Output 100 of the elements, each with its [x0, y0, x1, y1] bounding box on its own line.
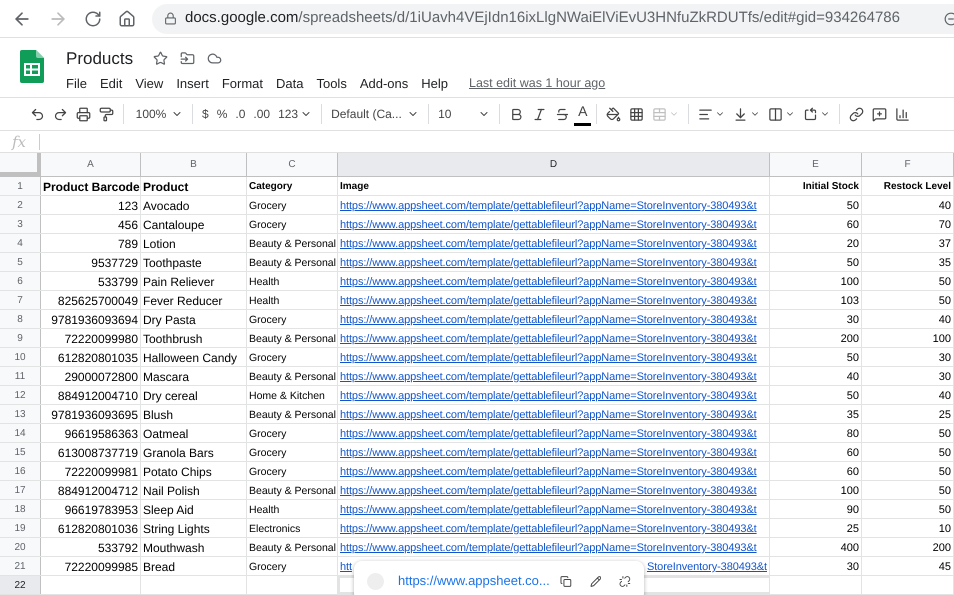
table-cell-text: Beauty & Personal — [248, 332, 337, 346]
row-header[interactable]: 7 — [0, 291, 41, 309]
menu-item[interactable]: Add-ons — [360, 74, 408, 93]
menu-item[interactable]: Data — [276, 74, 304, 93]
row-header[interactable]: 1 — [0, 177, 41, 195]
image-link[interactable]: https://www.appsheet.com/template/gettablefileurl?appName=StoreInventory-380493&t — [338, 351, 759, 365]
image-link[interactable]: https://www.appsheet.com/template/gettablefileurl?appName=StoreInventory-380493&t — [338, 484, 759, 498]
image-link[interactable]: https://www.appsheet.com/template/gettablefileurl?appName=StoreInventory-380493&t — [338, 218, 759, 232]
table-cell-text: 60 — [846, 218, 860, 232]
column-title: Product Barcode — [42, 180, 140, 194]
font-size-dropdown[interactable]: 10 — [434, 102, 494, 126]
image-link[interactable]: https://www.appsheet.com/template/gettablefileurl?appName=StoreInventory-380493&t — [338, 389, 759, 403]
zoom-icon[interactable] — [944, 12, 954, 26]
table-cell-text: 60 — [846, 465, 860, 479]
table-cell-text: 50 — [846, 199, 860, 213]
row-header[interactable]: 14 — [0, 424, 41, 442]
image-link[interactable]: https://www.appsheet.com/template/gettablefileurl?appName=StoreInventory-380493&t — [338, 237, 759, 251]
image-link[interactable]: https://www.appsheet.com/template/gettablefileurl?appName=StoreInventory-380493&t — [338, 370, 759, 384]
text-color-button[interactable]: A — [574, 102, 592, 126]
image-link[interactable]: https://www.appsheet.com/template/gettablefileurl?appName=StoreInventory-380493&t — [338, 408, 759, 422]
image-link[interactable]: https://www.appsheet.com/template/gettablefileurl?appName=StoreInventory-380493&t — [338, 294, 759, 308]
table-cell-text: 40 — [846, 370, 860, 384]
popup-link[interactable]: https://www.appsheet.co... — [398, 571, 550, 591]
menu-item[interactable]: View — [135, 74, 164, 93]
edit-icon[interactable] — [590, 574, 602, 588]
increase-decimals-button[interactable]: .00 — [249, 102, 274, 126]
currency-button[interactable]: $ — [198, 102, 213, 126]
image-link[interactable]: https://www.appsheet.com/template/gettablefileurl?appName=StoreInventory-380493&t — [338, 503, 759, 517]
table-cell-text: 50 — [938, 427, 952, 441]
image-link[interactable]: https://www.appsheet.com/template/gettablefileurl?appName=StoreInventory-380493&t — [338, 522, 759, 536]
menu-item[interactable]: File — [66, 74, 87, 93]
table-cell-text: Grocery — [248, 199, 288, 213]
image-link[interactable]: htt — [338, 560, 354, 574]
decrease-decimals-button[interactable]: .0 — [231, 102, 250, 126]
home-icon[interactable] — [118, 10, 136, 28]
table-cell-text: Granola Bars — [142, 446, 215, 460]
row-header[interactable]: 15 — [0, 443, 41, 461]
copy-icon[interactable] — [560, 574, 572, 588]
table-cell-text: Beauty & Personal — [248, 541, 337, 555]
row-header[interactable]: 21 — [0, 557, 41, 575]
star-icon[interactable] — [153, 51, 168, 66]
table-cell-text: 613008737719 — [56, 446, 139, 460]
row-header[interactable]: 2 — [0, 196, 41, 214]
address-bar[interactable]: docs.google.com/spreadsheets/d/1iUavh4VEjIdn16ixLlgNWaiElViEvU3HNfuZkRDUTfs/edit#gid=934264786 — [152, 4, 954, 34]
row-header[interactable]: 13 — [0, 405, 41, 423]
table-cell-text: 533792 — [96, 541, 139, 555]
undo-icon — [30, 106, 45, 122]
table-cell-text: 456 — [116, 218, 139, 232]
align-bottom-icon — [733, 106, 748, 122]
row-header[interactable]: 11 — [0, 367, 41, 385]
table-cell-text: Fever Reducer — [142, 294, 224, 308]
image-link[interactable]: https://www.appsheet.com/template/gettablefileurl?appName=StoreInventory-380493&t — [338, 541, 759, 555]
table-cell-text: 884912004710 — [56, 389, 139, 403]
table-cell-text: Beauty & Personal — [248, 484, 337, 498]
column-title: Product — [142, 180, 190, 194]
image-link[interactable]: https://www.appsheet.com/template/gettablefileurl?appName=StoreInventory-380493&t — [338, 199, 759, 213]
row-header[interactable]: 10 — [0, 348, 41, 366]
image-link[interactable]: https://www.appsheet.com/template/gettablefileurl?appName=StoreInventory-380493&t — [338, 313, 759, 327]
menu-item[interactable]: Insert — [176, 74, 209, 93]
menu-item[interactable]: Edit — [100, 74, 122, 93]
font-dropdown[interactable]: Default (Ca... — [327, 102, 424, 126]
row-header[interactable]: 8 — [0, 310, 41, 328]
last-edit-link[interactable]: Last edit was 1 hour ago — [469, 74, 606, 93]
table-cell-text: 45 — [938, 560, 952, 574]
move-icon[interactable] — [180, 51, 196, 66]
row-header[interactable]: 22 — [0, 576, 41, 594]
image-link[interactable]: StoreInventory-380493&t — [644, 560, 769, 574]
row-header[interactable]: 16 — [0, 462, 41, 480]
bold-icon — [509, 106, 524, 122]
row-header[interactable]: 20 — [0, 538, 41, 556]
table-cell-text: Mouthwash — [142, 541, 206, 555]
row-header[interactable]: 12 — [0, 386, 41, 404]
image-link[interactable]: https://www.appsheet.com/template/gettablefileurl?appName=StoreInventory-380493&t — [338, 446, 759, 460]
number-format-dropdown[interactable]: 123 — [274, 102, 316, 126]
table-cell-text: Toothbrush — [142, 332, 204, 346]
image-link[interactable]: https://www.appsheet.com/template/gettablefileurl?appName=StoreInventory-380493&t — [338, 465, 759, 479]
zoom-dropdown[interactable]: 100% — [129, 102, 187, 126]
row-header[interactable]: 9 — [0, 329, 41, 347]
row-header[interactable]: 18 — [0, 500, 41, 518]
cloud-icon[interactable] — [207, 51, 222, 66]
image-link[interactable]: https://www.appsheet.com/template/gettablefileurl?appName=StoreInventory-380493&t — [338, 332, 759, 346]
document-title[interactable]: Products — [66, 46, 134, 72]
reload-icon[interactable] — [84, 10, 102, 28]
menu-item[interactable]: Help — [421, 74, 448, 93]
menu-item[interactable]: Tools — [316, 74, 347, 93]
image-link[interactable]: https://www.appsheet.com/template/gettablefileurl?appName=StoreInventory-380493&t — [338, 275, 759, 289]
unlink-icon[interactable] — [619, 574, 631, 588]
row-header[interactable]: 5 — [0, 253, 41, 271]
chart-icon — [895, 106, 910, 122]
column-header[interactable]: D — [338, 153, 770, 176]
row-header[interactable]: 6 — [0, 272, 41, 290]
percent-button[interactable]: % — [212, 102, 232, 126]
row-header[interactable]: 17 — [0, 481, 41, 499]
row-header[interactable]: 3 — [0, 215, 41, 233]
image-link[interactable]: https://www.appsheet.com/template/gettablefileurl?appName=StoreInventory-380493&t — [338, 256, 759, 270]
image-link[interactable]: https://www.appsheet.com/template/gettablefileurl?appName=StoreInventory-380493&t — [338, 427, 759, 441]
menu-item[interactable]: Format — [222, 74, 263, 93]
table-cell-text: 200 — [932, 541, 952, 555]
row-header[interactable]: 19 — [0, 519, 41, 537]
row-header[interactable]: 4 — [0, 234, 41, 252]
